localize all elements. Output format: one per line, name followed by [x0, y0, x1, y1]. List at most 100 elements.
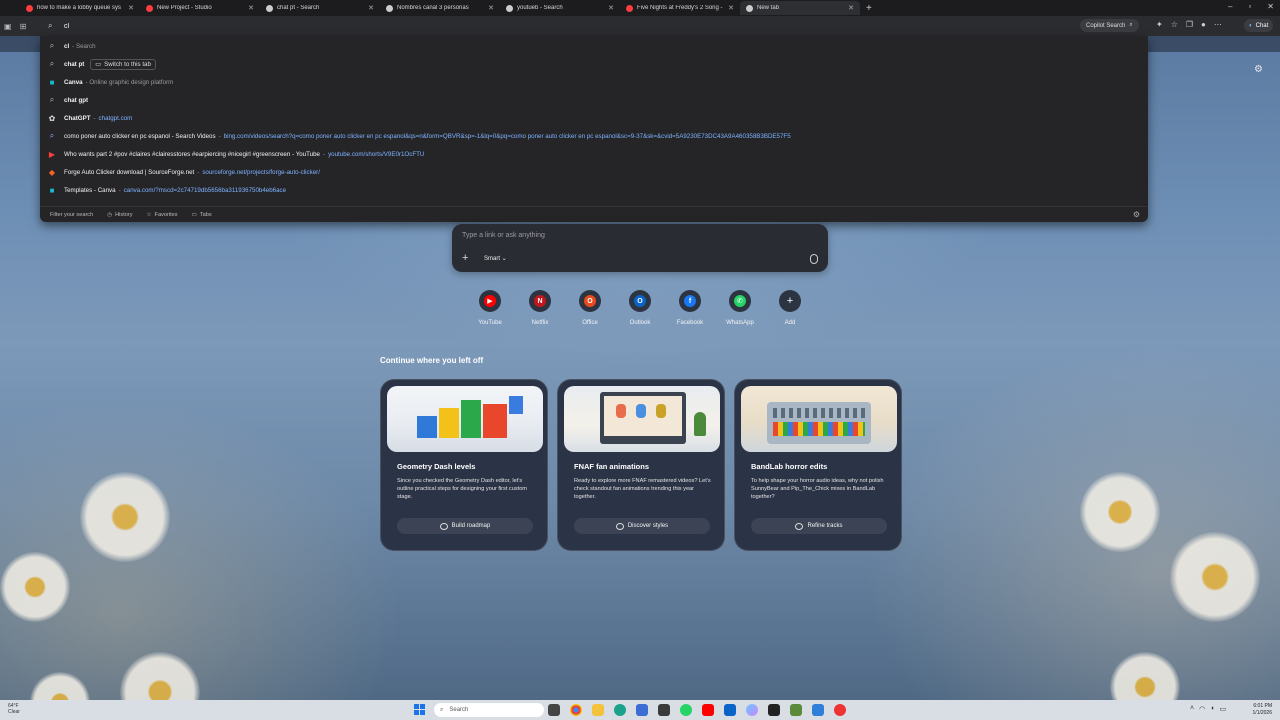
- tab-item[interactable]: Five Nights at Freddy's 2 Song - ✕: [620, 1, 740, 15]
- battery-icon[interactable]: ▭: [1219, 705, 1226, 713]
- history-chip[interactable]: ◷ History: [107, 212, 132, 218]
- quick-link-outlook[interactable]: O Outlook: [624, 290, 656, 326]
- card-action-button[interactable]: Discover styles: [574, 518, 710, 534]
- new-tab-button[interactable]: +: [866, 3, 872, 14]
- maximize-icon[interactable]: ▫: [1248, 2, 1251, 11]
- taskbar-apps: [548, 704, 846, 716]
- card-action-button[interactable]: Refine tracks: [751, 518, 887, 534]
- app-icon[interactable]: [812, 704, 824, 716]
- tab-item[interactable]: New tab ✕: [740, 1, 860, 15]
- quick-link-youtube[interactable]: ▶ YouTube: [474, 290, 506, 326]
- close-tab-icon[interactable]: ✕: [488, 4, 494, 12]
- continue-card[interactable]: BandLab horror edits To help shape your …: [734, 379, 902, 551]
- start-button[interactable]: [414, 704, 425, 715]
- chrome-icon[interactable]: [570, 704, 582, 716]
- quick-link-facebook[interactable]: f Facebook: [674, 290, 706, 326]
- suggestion-item[interactable]: ■ Canva - Online graphic design platform: [40, 73, 1148, 91]
- volume-icon[interactable]: ◖: [1210, 705, 1214, 713]
- close-tab-icon[interactable]: ✕: [368, 4, 374, 12]
- quick-link-whatsapp[interactable]: ✆ WhatsApp: [724, 290, 756, 326]
- youtube-icon[interactable]: [702, 704, 714, 716]
- more-menu-icon[interactable]: ⋯: [1214, 20, 1222, 29]
- suggestion-item[interactable]: ⌕ cl - Search: [40, 37, 1148, 55]
- weather-widget[interactable]: 64°F Clear: [8, 703, 20, 715]
- close-tab-icon[interactable]: ✕: [608, 4, 614, 12]
- settings-gear-icon[interactable]: ⚙: [1133, 210, 1140, 219]
- collections-icon[interactable]: ❐: [1186, 20, 1193, 29]
- quick-link-glyph: +: [786, 295, 794, 307]
- page-settings-gear-icon[interactable]: ⚙: [1254, 64, 1263, 75]
- tab-item[interactable]: New Project - Studio ✕: [140, 1, 260, 15]
- suggestion-url: chatgpt.com: [98, 114, 133, 122]
- edge-icon[interactable]: [614, 704, 626, 716]
- copilot-search-button[interactable]: Copilot Search ⌕: [1080, 19, 1139, 32]
- favorites-star-icon[interactable]: ☆: [1171, 20, 1178, 29]
- store-icon[interactable]: [636, 704, 648, 716]
- whatsapp-icon[interactable]: [680, 704, 692, 716]
- workspaces-icon[interactable]: ⊞: [20, 22, 27, 31]
- outlook-icon[interactable]: [724, 704, 736, 716]
- card-action-button[interactable]: Build roadmap: [397, 518, 533, 534]
- mode-selector[interactable]: Smart ⌄: [484, 255, 507, 262]
- minimize-icon[interactable]: –: [1228, 2, 1232, 11]
- minecraft-icon[interactable]: [790, 704, 802, 716]
- tab-item[interactable]: chat pt - Search ✕: [260, 1, 380, 15]
- close-icon[interactable]: ✕: [1267, 2, 1274, 11]
- tab-favicon-icon: [26, 4, 33, 12]
- wifi-icon[interactable]: ◠: [1199, 705, 1205, 713]
- roblox-icon[interactable]: [768, 704, 780, 716]
- tab-favicon-icon: [386, 4, 393, 12]
- suggestion-item[interactable]: ⌕ chat gpt: [40, 91, 1148, 109]
- dropdown-footer: Filter your search ◷ History ☆ Favorites ▭…: [40, 206, 1148, 222]
- history-label: History: [115, 211, 133, 218]
- extensions-icon[interactable]: ✦: [1156, 20, 1163, 29]
- tabs-chip[interactable]: ▭ Tabs: [192, 212, 212, 218]
- file-explorer-icon[interactable]: [592, 704, 604, 716]
- app-icon[interactable]: [658, 704, 670, 716]
- tab-item[interactable]: how to make a lobby queue sys ✕: [20, 1, 140, 15]
- tab-title: youtueb - Search: [517, 5, 563, 11]
- suggestion-item[interactable]: ■ Templates - Canva - canva.com/?mscd=2c747…: [40, 181, 1148, 199]
- taskbar-search[interactable]: ⌕ Search: [434, 703, 544, 717]
- chevron-up-icon[interactable]: ˄: [1190, 705, 1194, 713]
- switch-to-tab-button[interactable]: ▭ Switch to this tab: [90, 58, 156, 70]
- address-input[interactable]: [64, 19, 364, 33]
- suggestion-item[interactable]: ⌕ como poner auto clicker en pc espanol -…: [40, 127, 1148, 145]
- whatsapp-icon: ✆: [729, 290, 751, 312]
- quick-link-glyph: O: [634, 295, 646, 307]
- suggestion-item[interactable]: ◆ Forge Auto Clicker download | SourceFor…: [40, 163, 1148, 181]
- quick-link-netflix[interactable]: N Netflix: [524, 290, 556, 326]
- quick-link-office[interactable]: O Office: [574, 290, 606, 326]
- ntp-search-box[interactable]: Type a link or ask anything + Smart ⌄: [452, 224, 828, 272]
- copilot-icon: ◐: [1249, 22, 1253, 29]
- tab-item[interactable]: Nombres canal 3 personas ✕: [380, 1, 500, 15]
- daisy-decoration: [1080, 472, 1160, 552]
- clock[interactable]: 6:01 PM 1/1/2026: [1253, 703, 1272, 717]
- close-tab-icon[interactable]: ✕: [848, 4, 854, 12]
- tab-item[interactable]: youtueb - Search ✕: [500, 1, 620, 15]
- tab-favicon-icon: [626, 4, 633, 12]
- add-attachment-icon[interactable]: +: [462, 252, 468, 264]
- suggestion-title: cl: [64, 42, 70, 50]
- nav-buttons: ▣ ⊞: [0, 22, 40, 31]
- taskview-icon[interactable]: [548, 704, 560, 716]
- close-tab-icon[interactable]: ✕: [128, 4, 134, 12]
- youtube-icon: ▶: [48, 149, 56, 159]
- quick-link-add[interactable]: + Add: [774, 290, 806, 326]
- continue-card[interactable]: Geometry Dash levels Since you checked t…: [380, 379, 548, 551]
- profile-icon[interactable]: ●: [1201, 20, 1206, 29]
- suggestion-item[interactable]: ✿ ChatGPT - chatgpt.com: [40, 109, 1148, 127]
- copilot-icon[interactable]: [746, 704, 758, 716]
- close-tab-icon[interactable]: ✕: [728, 4, 734, 12]
- suggestion-item[interactable]: ▶ Who wants part 2 #pov #claires #claires…: [40, 145, 1148, 163]
- suggestion-title: Canva: [64, 78, 83, 86]
- sidebar-icon[interactable]: ▣: [4, 22, 12, 31]
- favorites-chip[interactable]: ☆ Favorites: [147, 212, 178, 218]
- suggestion-item[interactable]: ⌕ chat pt ▭ Switch to this tab: [40, 55, 1148, 73]
- app-icon[interactable]: [834, 704, 846, 716]
- close-tab-icon[interactable]: ✕: [248, 4, 254, 12]
- chat-button[interactable]: ◐ Chat: [1244, 19, 1274, 32]
- microphone-icon[interactable]: [810, 254, 818, 264]
- daisy-decoration: [80, 472, 170, 562]
- continue-card[interactable]: FNAF fan animations Ready to explore mor…: [557, 379, 725, 551]
